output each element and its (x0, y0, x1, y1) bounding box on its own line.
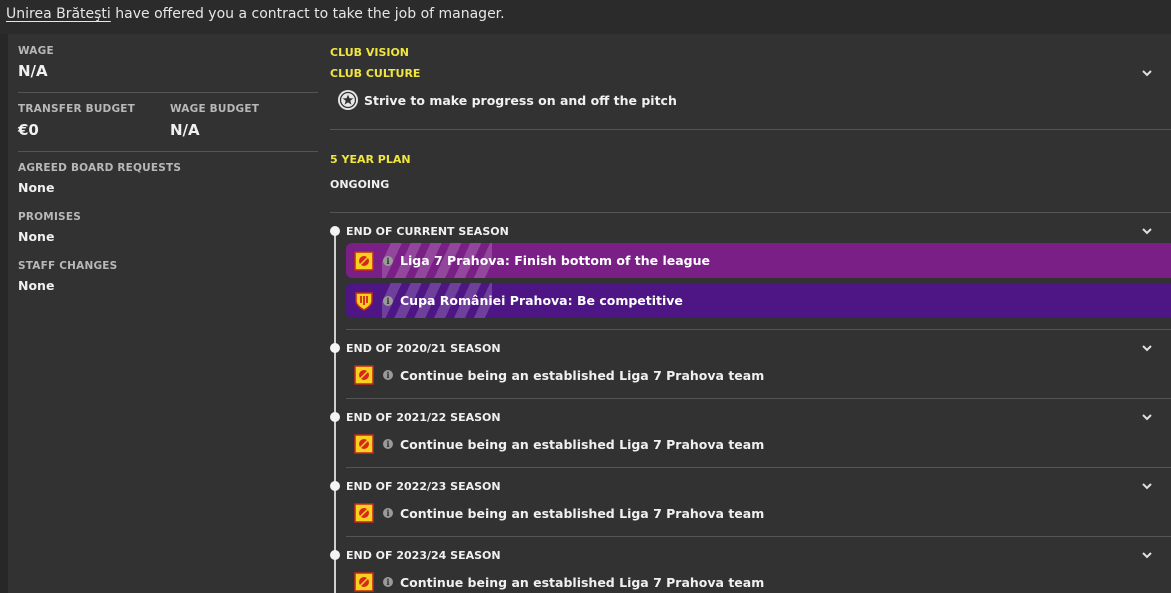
league-badge-icon (354, 365, 374, 385)
divider (346, 398, 1171, 399)
divider (330, 129, 1171, 130)
objective-row[interactable]: i Liga 7 Prahova: Finish bottom of the l… (346, 243, 1171, 278)
staff-changes-value: None (18, 278, 55, 293)
wage-value: N/A (18, 62, 48, 80)
timeline-dot (330, 343, 340, 353)
club-culture-title: CLUB CULTURE (330, 67, 421, 80)
staff-changes-label: STAFF CHANGES (18, 260, 118, 272)
chevron-down-icon[interactable] (1139, 411, 1155, 423)
timeline-dot (330, 226, 340, 236)
season-label: END OF 2022/23 SEASON (346, 480, 501, 493)
chevron-down-icon[interactable] (1139, 225, 1155, 237)
info-icon[interactable]: i (383, 296, 393, 306)
league-badge-icon (354, 434, 374, 454)
info-icon[interactable]: i (383, 256, 393, 266)
wage-budget-value: N/A (170, 121, 200, 139)
offer-bar: Unirea Brăteşti have offered you a contr… (0, 0, 1171, 34)
season-label: END OF 2023/24 SEASON (346, 549, 501, 562)
agreed-board-requests-value: None (18, 180, 55, 195)
divider (18, 92, 318, 93)
divider (330, 212, 1171, 213)
cup-badge-icon (355, 292, 373, 311)
season-label: END OF 2021/22 SEASON (346, 411, 501, 424)
divider (346, 329, 1171, 330)
objective-text: Continue being an established Liga 7 Pra… (400, 506, 765, 521)
chevron-down-icon[interactable] (1139, 480, 1155, 492)
wage-budget-label: WAGE BUDGET (170, 103, 260, 115)
info-icon[interactable]: i (383, 508, 393, 518)
objective-text: Liga 7 Prahova: Finish bottom of the lea… (400, 253, 710, 268)
timeline-dot (330, 481, 340, 491)
info-icon[interactable]: i (383, 370, 393, 380)
chevron-down-icon[interactable] (1139, 67, 1155, 79)
club-vision-title: CLUB VISION (330, 46, 410, 59)
objective-text: Cupa României Prahova: Be competitive (400, 293, 683, 308)
star-icon (338, 90, 358, 110)
season-label: END OF 2020/21 SEASON (346, 342, 501, 355)
league-badge-icon (354, 503, 374, 523)
league-badge-icon (354, 572, 374, 592)
transfer-budget-label: TRANSFER BUDGET (18, 103, 136, 115)
five-year-plan-status: ONGOING (330, 178, 390, 191)
league-badge-icon (354, 251, 374, 271)
transfer-budget-value: €0 (18, 121, 39, 139)
timeline-dot (330, 412, 340, 422)
objective-text: Continue being an established Liga 7 Pra… (400, 437, 765, 452)
offer-message-text: have offered you a contract to take the … (110, 6, 505, 22)
divider (346, 467, 1171, 468)
club-link[interactable]: Unirea Brăteşti (6, 6, 111, 22)
offer-message: Unirea Brăteşti have offered you a contr… (6, 6, 505, 22)
promises-value: None (18, 229, 55, 244)
five-year-plan-title: 5 YEAR PLAN (330, 153, 411, 166)
club-culture-text: Strive to make progress on and off the p… (364, 93, 677, 108)
agreed-board-requests-label: AGREED BOARD REQUESTS (18, 162, 182, 174)
timeline-dot (330, 550, 340, 560)
chevron-down-icon[interactable] (1139, 342, 1155, 354)
divider (18, 151, 318, 152)
objective-text: Continue being an established Liga 7 Pra… (400, 575, 765, 590)
wage-label: WAGE (18, 45, 54, 57)
objective-row[interactable]: i Cupa României Prahova: Be competitive (346, 283, 1171, 318)
info-icon[interactable]: i (383, 577, 393, 587)
promises-label: PROMISES (18, 211, 81, 223)
divider (346, 536, 1171, 537)
info-icon[interactable]: i (383, 439, 393, 449)
objective-text: Continue being an established Liga 7 Pra… (400, 368, 765, 383)
season-label: END OF CURRENT SEASON (346, 225, 509, 238)
chevron-down-icon[interactable] (1139, 549, 1155, 561)
